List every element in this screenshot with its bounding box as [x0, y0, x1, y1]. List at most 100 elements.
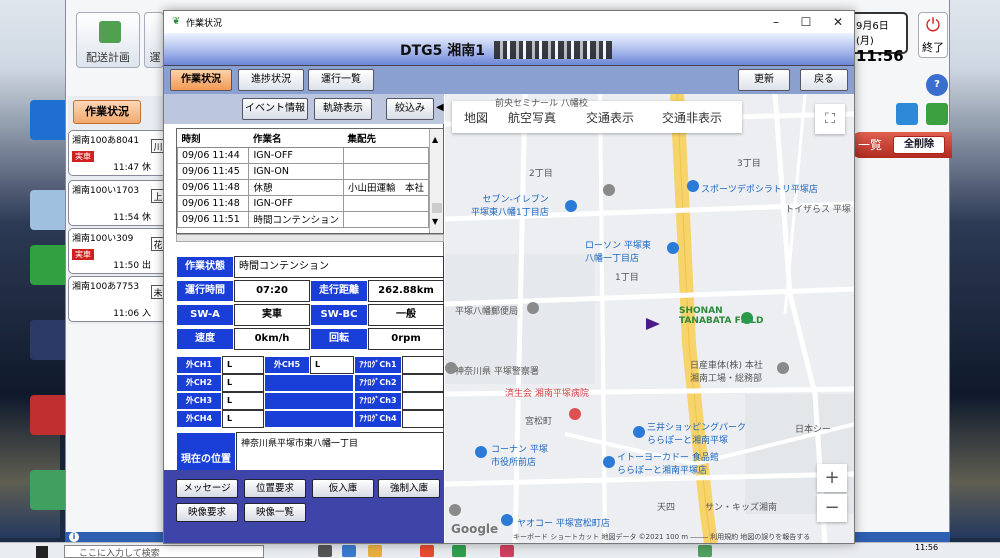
shop-pin-icon[interactable]	[667, 242, 679, 254]
table-row[interactable]: 09/06 11:45 IGN-ON	[176, 162, 430, 180]
vehicle-card[interactable]: 湘南100あ8041 実車 11:47 休 川	[68, 130, 168, 176]
tab-traffic-hide[interactable]: 交通非表示	[662, 109, 722, 126]
tab-satellite[interactable]: 航空写真	[508, 109, 556, 126]
panel-collapse-icon[interactable]: ◀	[436, 102, 444, 113]
delivery-plan-button[interactable]: 配送計画	[76, 12, 140, 68]
ext-ch-empty	[264, 410, 354, 428]
help-icon[interactable]: ?	[926, 74, 948, 96]
landmark-pin-icon[interactable]	[603, 184, 615, 196]
desktop-shortcut-icon[interactable]	[30, 245, 70, 285]
map-view[interactable]: 地図 航空写真 交通表示 交通非表示 ⛶ 前央セミナール 八幡校 2丁目 3丁目…	[445, 94, 854, 543]
map-attribution[interactable]: キーボード ショートカット 地図データ ©2021 100 m ⎯⎯⎯⎯⎯ 利用…	[445, 531, 854, 543]
vehicle-card[interactable]: 湘南100い309 実車 11:50 出 花	[68, 228, 168, 274]
hospital-pin-icon[interactable]	[569, 408, 581, 420]
scroll-thumb[interactable]	[432, 203, 442, 213]
taskbar-search-input[interactable]: ここに入力して検索	[64, 545, 264, 558]
landmark-pin-icon[interactable]	[449, 504, 461, 516]
track-display-button[interactable]: 軌跡表示	[314, 98, 372, 120]
redacted-plate	[494, 41, 612, 59]
app-icon[interactable]	[500, 545, 514, 557]
event-info-button[interactable]: イベント情報	[242, 98, 308, 120]
monitor-icon[interactable]	[926, 103, 948, 125]
ext-ch-value: L	[222, 410, 264, 428]
info-icon[interactable]: i	[69, 532, 79, 542]
force-store-button[interactable]: 強制入庫	[378, 479, 440, 498]
scroll-down-icon[interactable]: ▼	[432, 217, 438, 226]
table-row[interactable]: 09/06 11:44 IGN-OFF	[176, 146, 430, 164]
folder-icon[interactable]	[368, 545, 382, 557]
edge-icon[interactable]	[342, 545, 356, 557]
tab-work-status[interactable]: 作業状況	[73, 100, 141, 124]
maximize-button[interactable]: ☐	[792, 13, 820, 31]
message-button[interactable]: メッセージ	[176, 479, 238, 498]
shop-pin-icon[interactable]	[565, 200, 577, 212]
tab-traffic-show[interactable]: 交通表示	[586, 109, 634, 126]
vehicle-card[interactable]: 湘南100い1703 11:54 休 上	[68, 180, 168, 226]
app-icon[interactable]	[452, 545, 466, 557]
run-time-value: 07:20	[234, 280, 310, 302]
vertical-scrollbar[interactable]: ▲ ▼	[429, 129, 443, 233]
rpm-label: 回転	[310, 328, 368, 350]
video-request-button[interactable]: 映像要求	[176, 503, 238, 522]
fullscreen-icon[interactable]: ⛶	[815, 104, 845, 134]
taskview-icon[interactable]	[318, 545, 332, 557]
vehicle-card[interactable]: 湘南100あ7753 11:06 入 未	[68, 276, 168, 322]
update-button[interactable]: 更新	[738, 69, 790, 91]
bottom-action-bar: メッセージ 位置要求 仮入庫 強制入庫 映像要求 映像一覧	[164, 470, 444, 543]
tab-operation-list[interactable]: 運行一覧	[308, 69, 374, 91]
shop-pin-icon[interactable]	[501, 514, 513, 526]
close-button[interactable]: ✕	[824, 13, 852, 31]
map-label: ローソン 平塚東 八幡一丁目店	[585, 241, 651, 264]
desktop-shortcut-icon[interactable]	[30, 190, 70, 230]
event-destination	[342, 146, 430, 164]
filter-button[interactable]: 絞込み	[386, 98, 434, 120]
desktop-shortcut-icon[interactable]	[30, 470, 70, 510]
event-table: 時刻 作業名 集配先 09/06 11:44 IGN-OFF 09/06 11:…	[176, 128, 444, 234]
window-title: 作業状況	[186, 19, 223, 29]
landmark-pin-icon[interactable]	[777, 362, 789, 374]
ext-ch-value: L	[222, 392, 264, 410]
vehicle-time: 11:47 休	[113, 163, 151, 173]
work-status-label: 作業状態	[176, 256, 234, 278]
chrome-icon[interactable]	[420, 545, 434, 557]
analog-ch-label: ｱﾅﾛｸﾞCh3	[354, 392, 402, 410]
video-list-button[interactable]: 映像一覧	[244, 503, 306, 522]
event-time: 09/06 11:48	[176, 178, 250, 196]
location-request-button[interactable]: 位置要求	[244, 479, 306, 498]
park-pin-icon[interactable]	[741, 312, 753, 324]
desktop-shortcut-icon[interactable]	[30, 320, 70, 360]
vehicle-position-marker[interactable]	[646, 318, 660, 330]
app-icon[interactable]	[698, 545, 712, 557]
windows-start-icon[interactable]	[36, 546, 48, 558]
title-bar[interactable]: ❦ 作業状況 – ☐ ✕	[164, 11, 854, 33]
power-icon: ⏻	[925, 15, 941, 36]
zoom-in-button[interactable]: +	[817, 464, 847, 492]
temp-store-button[interactable]: 仮入庫	[312, 479, 374, 498]
mail-icon[interactable]	[896, 103, 918, 125]
tab-work-status[interactable]: 作業状況	[170, 69, 232, 91]
shop-pin-icon[interactable]	[633, 426, 645, 438]
back-button[interactable]: 戻る	[800, 69, 848, 91]
vehicle-title: DTG5 湘南1	[400, 43, 486, 59]
exit-label: 終了	[922, 41, 944, 54]
scroll-up-icon[interactable]: ▲	[432, 135, 438, 144]
police-pin-icon[interactable]	[445, 362, 457, 374]
desktop-shortcut-icon[interactable]	[30, 395, 70, 435]
tab-map[interactable]: 地図	[464, 109, 488, 126]
horizontal-scrollbar[interactable]	[176, 234, 444, 242]
table-row[interactable]: 09/06 11:51 時間コンテンション	[176, 210, 430, 228]
post-office-pin-icon[interactable]	[527, 302, 539, 314]
shop-pin-icon[interactable]	[687, 180, 699, 192]
shop-pin-icon[interactable]	[475, 446, 487, 458]
table-row[interactable]: 09/06 11:48 休憩 小山田運輸 本社	[176, 178, 430, 196]
zoom-out-button[interactable]: −	[817, 494, 847, 522]
clear-all-button[interactable]: 全削除	[893, 136, 945, 154]
table-row[interactable]: 09/06 11:48 IGN-OFF	[176, 194, 430, 212]
taskbar-clock[interactable]: 11:56	[915, 543, 938, 552]
minimize-button[interactable]: –	[762, 13, 790, 31]
exit-button[interactable]: ⏻ 終了	[918, 12, 948, 58]
operation-button[interactable]: 運	[144, 12, 164, 68]
tab-progress[interactable]: 進捗状況	[238, 69, 304, 91]
desktop-shortcut-icon[interactable]	[30, 100, 70, 140]
shop-pin-icon[interactable]	[603, 456, 615, 468]
